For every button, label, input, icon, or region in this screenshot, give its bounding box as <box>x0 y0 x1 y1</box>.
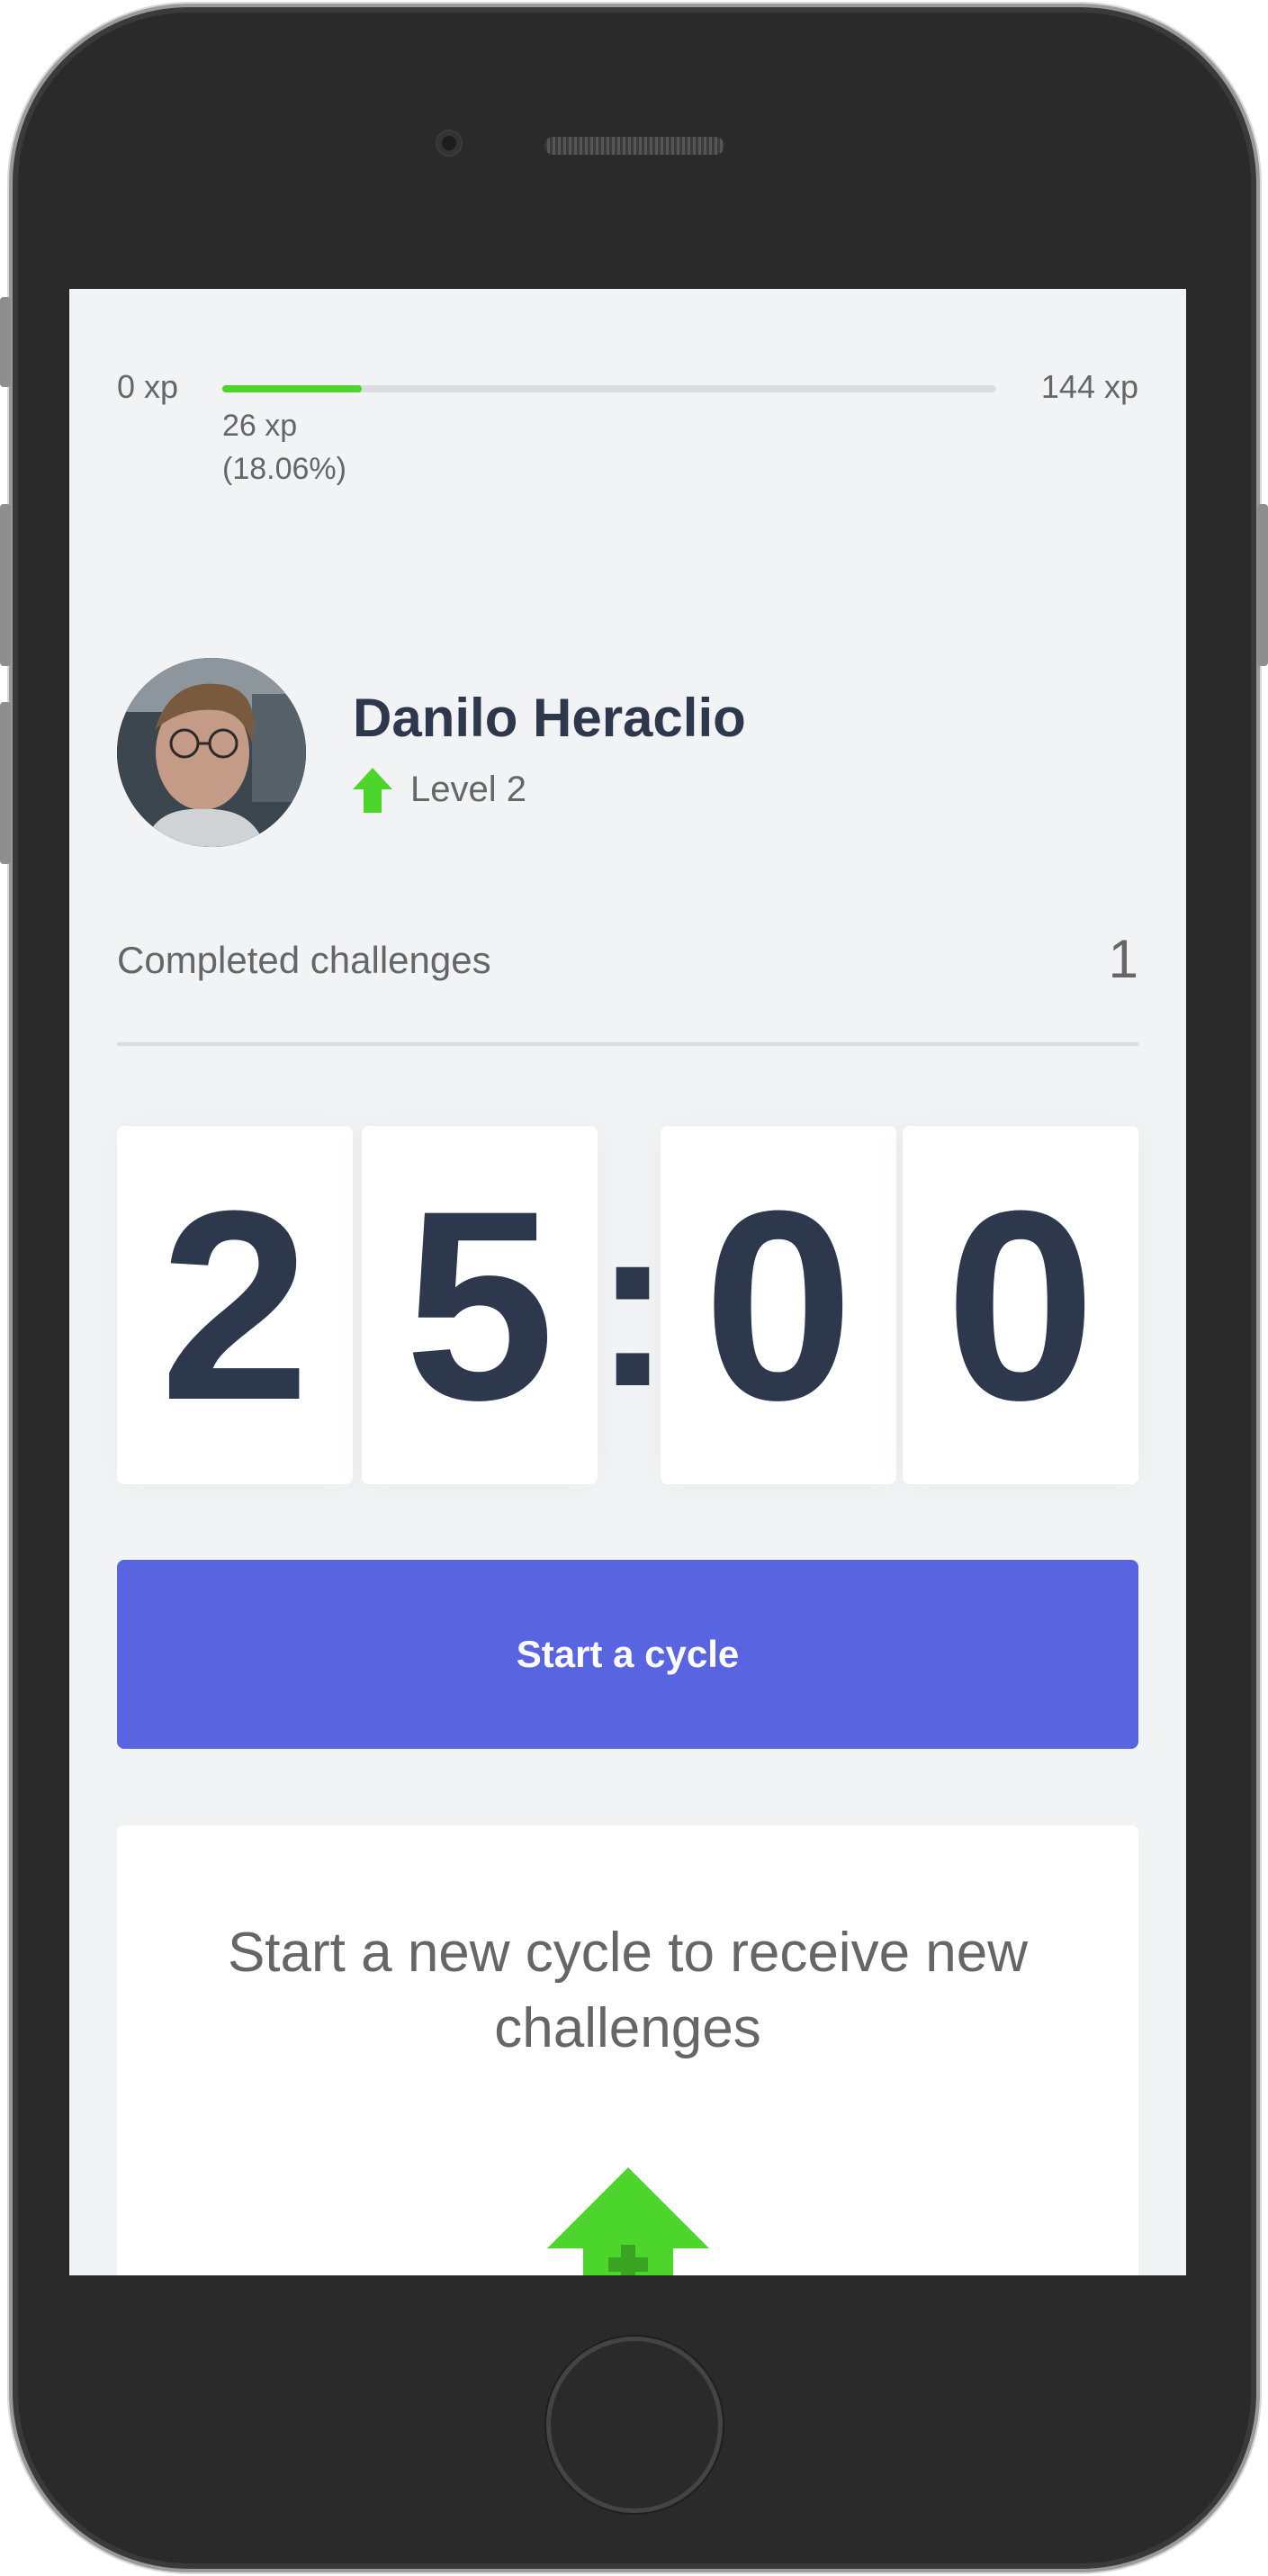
xp-percent-label: (18.06%) <box>222 452 346 486</box>
avatar <box>117 658 306 847</box>
front-camera <box>437 131 461 155</box>
phone-power-button <box>1257 504 1268 666</box>
phone-mute-switch <box>0 297 11 387</box>
second-ones-digit: 0 <box>903 1126 1138 1484</box>
completed-challenges-label: Completed challenges <box>117 939 491 981</box>
xp-max-label: 144 xp <box>1040 368 1138 405</box>
phone-volume-down <box>0 702 11 864</box>
start-cycle-button[interactable]: Start a cycle <box>117 1560 1138 1749</box>
minute-tens-digit: 2 <box>117 1126 353 1484</box>
divider <box>117 1042 1138 1046</box>
phone-volume-up <box>0 504 11 666</box>
profile: Danilo Heraclio Level 2 <box>117 658 1138 847</box>
countdown-timer: 2 5 : 0 0 <box>117 1126 1138 1484</box>
experience-bar: 0 xp 144 xp <box>117 368 1138 405</box>
completed-challenges-count: 1 <box>1108 929 1138 989</box>
xp-progress-fill <box>222 385 363 392</box>
level-up-arrow-icon <box>353 768 392 813</box>
minute-ones-digit: 5 <box>362 1126 598 1484</box>
xp-current-value: 26 xp (18.06%) <box>222 404 492 491</box>
second-tens-digit: 0 <box>661 1126 896 1484</box>
home-button[interactable] <box>546 2337 723 2513</box>
challenge-box: Start a new cycle to receive new challen… <box>117 1825 1138 2275</box>
challenge-message: Start a new cycle to receive new challen… <box>227 1922 1029 2059</box>
user-name: Danilo Heraclio <box>353 688 746 748</box>
level-label: Level 2 <box>410 770 526 809</box>
phone-speaker <box>544 137 724 155</box>
completed-challenges: Completed challenges 1 <box>117 928 1138 989</box>
xp-track <box>222 385 996 392</box>
level-up-icon <box>547 2167 709 2275</box>
countdown-separator: : <box>593 1174 672 1436</box>
xp-min-label: 0 xp <box>117 368 179 405</box>
xp-current-label: 26 xp <box>222 409 298 443</box>
app-screen: 0 xp 144 xp 26 xp (18.06%) Danilo Heracl… <box>69 289 1186 2275</box>
